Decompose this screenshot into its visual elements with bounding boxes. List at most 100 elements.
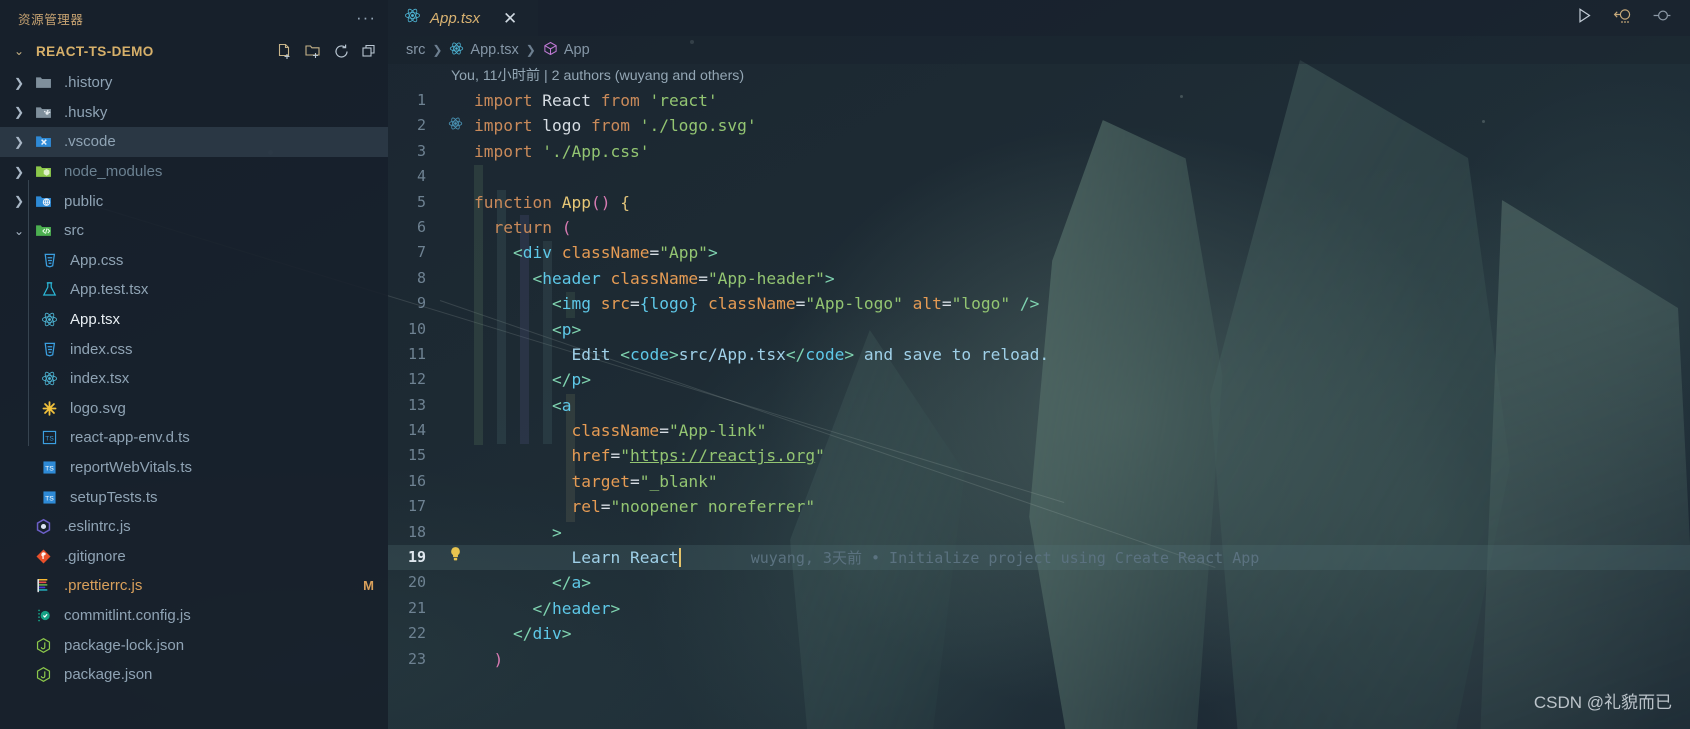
code-line[interactable]: 14 className="App-link" [388,418,1690,443]
code-line[interactable]: 17 rel="noopener noreferrer" [388,494,1690,519]
breadcrumb-item-src[interactable]: src [406,42,425,58]
chevron-right-icon: ❯ [432,43,443,57]
tree-item-vscode[interactable]: ❯ .vscode [0,127,388,157]
tree-item-eslintrc-js[interactable]: .eslintrc.js [0,512,388,542]
code-line[interactable]: 12 </p> [388,367,1690,392]
tree-item-src[interactable]: ⌄ src [0,216,388,246]
code-line[interactable]: 11 Edit <code>src/App.tsx</code> and sav… [388,342,1690,367]
line-number: 4 [416,167,426,186]
line-number: 5 [416,192,426,211]
breadcrumb: src ❯ App.tsx ❯ App [388,36,1690,64]
run-button[interactable] [1575,6,1594,30]
debug-split-button[interactable] [1612,6,1633,30]
chevron-right-icon[interactable]: ❯ [8,77,30,89]
tree-item-label: setupTests.ts [70,488,158,506]
tree-item-setuptests-ts[interactable]: TS setupTests.ts [0,482,388,512]
tree-item-commitlint-config-js[interactable]: commitlint.config.js [0,601,388,631]
code-line[interactable]: 18 > [388,520,1690,545]
code-line[interactable]: 23 ) [388,647,1690,672]
code-line[interactable]: 9 <img src={logo} className="App-logo" a… [388,291,1690,316]
breadcrumb-item-file[interactable]: App.tsx [449,41,519,60]
tree-item-public[interactable]: ❯ public [0,186,388,216]
ts-icon: TS [36,459,62,476]
code-line[interactable]: 15 href="https://reactjs.org" [388,443,1690,468]
code-line[interactable]: 1 import React from 'react' [388,88,1690,113]
new-folder-icon[interactable] [304,43,322,60]
chevron-right-icon[interactable]: ❯ [8,195,30,207]
tab-app-tsx[interactable]: App.tsx ✕ [388,0,538,36]
tree-item-husky[interactable]: ❯ .husky [0,98,388,128]
code-line-text: <img src={logo} className="App-logo" alt… [551,294,1040,314]
chevron-down-icon[interactable]: ⌄ [8,44,30,58]
code-line[interactable]: 7 <div className="App"> [388,240,1690,265]
tree-item-index-tsx[interactable]: index.tsx [0,364,388,394]
close-icon[interactable]: ✕ [503,10,517,27]
code-editor[interactable]: You, 11小时前 | 2 authors (wuyang and other… [388,64,1690,729]
react-icon [36,311,62,328]
code-line[interactable]: 10 <p> [388,317,1690,342]
chevron-down-icon[interactable]: ⌄ [8,225,30,237]
tree-item-app-test-tsx[interactable]: App.test.tsx [0,275,388,305]
tree-item-label: .prettierrc.js [64,577,143,595]
code-line[interactable]: 16 target="_blank" [388,469,1690,494]
editor-actions [1565,0,1690,36]
editor-pane: App.tsx ✕ src ❯ App.tsx ❯ App You, 11小时前… [388,0,1690,729]
code-line[interactable]: 19 Learn React wuyang, 3天前 • Initialize p… [388,545,1690,571]
project-root-row[interactable]: ⌄ REACT-TS-DEMO [0,36,388,66]
tree-item-label: react-app-env.d.ts [70,429,190,447]
line-number: 22 [407,624,426,643]
folder-src-icon [30,222,56,239]
code-line[interactable]: 2 import logo from './logo.svg' [388,113,1690,138]
tree-item-history[interactable]: ❯ .history [0,68,388,98]
code-line-text: <p> [551,319,582,339]
refresh-icon[interactable] [333,43,350,60]
code-line[interactable]: 3 import './App.css' [388,139,1690,164]
project-root-label: REACT-TS-DEMO [36,43,154,59]
tree-item-gitignore[interactable]: .gitignore [0,542,388,572]
tree-item-app-css[interactable]: App.css [0,246,388,276]
code-line[interactable]: 21 </header> [388,596,1690,621]
react-icon [404,7,421,29]
tree-item-index-css[interactable]: index.css [0,334,388,364]
tree-item-react-app-env-d-ts[interactable]: TS react-app-env.d.ts [0,423,388,453]
chevron-right-icon[interactable]: ❯ [8,106,30,118]
code-line[interactable]: 22 </div> [388,621,1690,646]
code-line-text: function App() { [474,192,630,212]
code-line[interactable]: 4 [388,164,1690,189]
chevron-right-icon[interactable]: ❯ [8,136,30,148]
code-line-text: </a> [551,573,591,593]
tree-item-package-json[interactable]: package.json [0,660,388,690]
svg-text:TS: TS [45,466,54,473]
tree-item-prettierrc-js[interactable]: .prettierrc.js M [0,571,388,601]
explorer-title: 资源管理器 [18,12,84,27]
line-number: 16 [407,471,426,490]
line-number: 15 [407,446,426,465]
tree-item-node-modules[interactable]: ❯ node_modules [0,157,388,187]
chevron-right-icon[interactable]: ❯ [8,166,30,178]
code-line[interactable]: 5 function App() { [388,190,1690,215]
code-line[interactable]: 8 <header className="App-header"> [388,266,1690,291]
new-file-icon[interactable] [276,43,293,60]
blame-header: You, 11小时前 | 2 authors (wuyang and other… [451,68,745,84]
tree-item-label: index.tsx [70,370,130,388]
react-icon [449,41,464,60]
code-line[interactable]: 20 </a> [388,570,1690,595]
code-line[interactable]: 6 return ( [388,215,1690,240]
tree-item-package-lock-json[interactable]: package-lock.json [0,630,388,660]
lightbulb-quickfix-icon[interactable] [436,545,474,570]
prettier-icon [30,577,56,594]
tree-item-reportwebvitals-ts[interactable]: TS reportWebVitals.ts [0,453,388,483]
tree-item-label: .history [64,74,113,92]
code-line[interactable]: 13 <a [388,393,1690,418]
collapse-all-icon[interactable] [361,43,378,60]
tree-item-logo-svg[interactable]: logo.svg [0,394,388,424]
npm-icon [30,666,56,683]
breadcrumb-item-symbol[interactable]: App [543,41,590,60]
explorer-more-actions-icon[interactable]: ··· [356,9,376,26]
line-number: 2 [416,116,426,135]
line-number: 23 [407,649,426,668]
line-number: 18 [407,522,426,541]
tree-item-label: src [64,222,84,240]
split-editor-button[interactable] [1651,6,1672,30]
tree-item-app-tsx[interactable]: App.tsx [0,305,388,335]
